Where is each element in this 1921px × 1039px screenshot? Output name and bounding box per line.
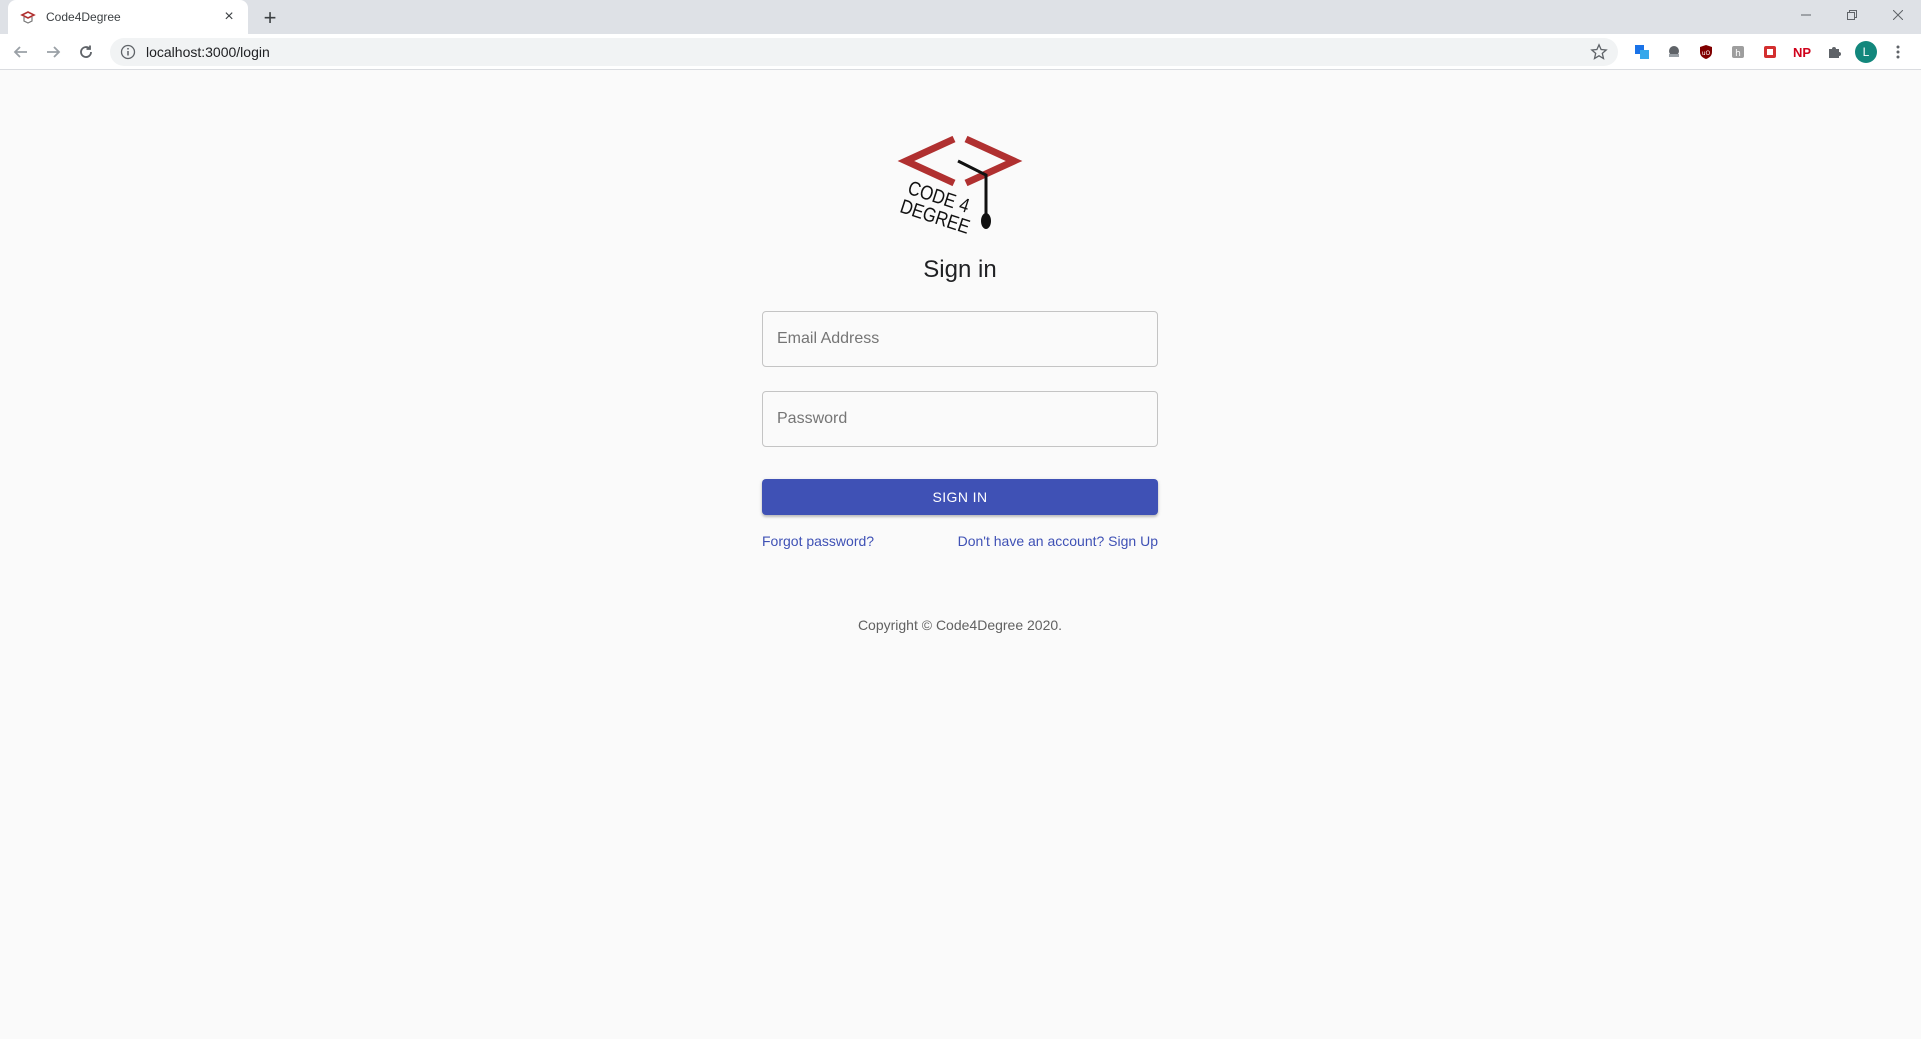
bookmark-star-icon[interactable] <box>1590 43 1608 61</box>
browser-toolbar: localhost:3000/login uO h NP L <box>0 34 1921 70</box>
np-extension-icon[interactable]: NP <box>1790 40 1814 64</box>
spy-extension-icon[interactable] <box>1662 40 1686 64</box>
extensions-area: uO h NP L <box>1630 40 1918 64</box>
minimize-icon <box>1801 14 1811 16</box>
restore-button[interactable] <box>1829 0 1875 30</box>
browser-tab[interactable]: Code4Degree × <box>8 0 248 34</box>
translate-extension-icon[interactable] <box>1630 40 1654 64</box>
window-controls <box>1783 0 1921 30</box>
reload-icon <box>80 45 92 58</box>
close-window-button[interactable] <box>1875 0 1921 30</box>
extensions-puzzle-icon[interactable] <box>1822 40 1846 64</box>
close-tab-icon[interactable]: × <box>220 8 238 26</box>
restore-icon <box>1847 10 1857 20</box>
password-field[interactable] <box>762 391 1158 447</box>
code4degree-favicon-icon <box>20 9 36 25</box>
profile-avatar[interactable]: L <box>1854 40 1878 64</box>
url-text: localhost:3000/login <box>146 44 270 60</box>
sign-up-link[interactable]: Don't have an account? Sign Up <box>958 533 1158 549</box>
code4degree-logo: CODE 4 DEGREE <box>896 135 1024 251</box>
copyright-text: Copyright © Code4Degree 2020. <box>857 617 1063 633</box>
minimize-button[interactable] <box>1783 0 1829 30</box>
svg-text:uO: uO <box>1702 50 1711 57</box>
page-title: Sign in <box>923 256 997 283</box>
new-tab-button[interactable]: + <box>258 6 282 30</box>
tab-title: Code4Degree <box>46 10 121 24</box>
reload-button[interactable] <box>74 40 98 64</box>
red-gift-extension-icon[interactable] <box>1758 40 1782 64</box>
back-button[interactable] <box>9 40 33 64</box>
browser-tabstrip: Code4Degree × + <box>0 0 1921 34</box>
forgot-password-link[interactable]: Forgot password? <box>762 533 874 549</box>
gray-extension-icon[interactable]: h <box>1726 40 1750 64</box>
browser-menu-icon[interactable] <box>1886 40 1910 64</box>
login-page: CODE 4 DEGREE Sign in SIGN IN Forgot pas… <box>0 71 1921 1039</box>
site-info-icon[interactable] <box>120 44 136 60</box>
sign-in-button[interactable]: SIGN IN <box>762 479 1158 515</box>
email-field[interactable] <box>762 311 1158 367</box>
address-bar[interactable]: localhost:3000/login <box>110 38 1618 66</box>
back-arrow-icon <box>13 46 27 58</box>
svg-text:h: h <box>1735 49 1741 59</box>
forward-button[interactable] <box>41 40 65 64</box>
ublock-extension-icon[interactable]: uO <box>1694 40 1718 64</box>
close-window-icon <box>1893 10 1903 20</box>
forward-arrow-icon <box>47 46 61 58</box>
profile-initial: L <box>1855 41 1877 63</box>
